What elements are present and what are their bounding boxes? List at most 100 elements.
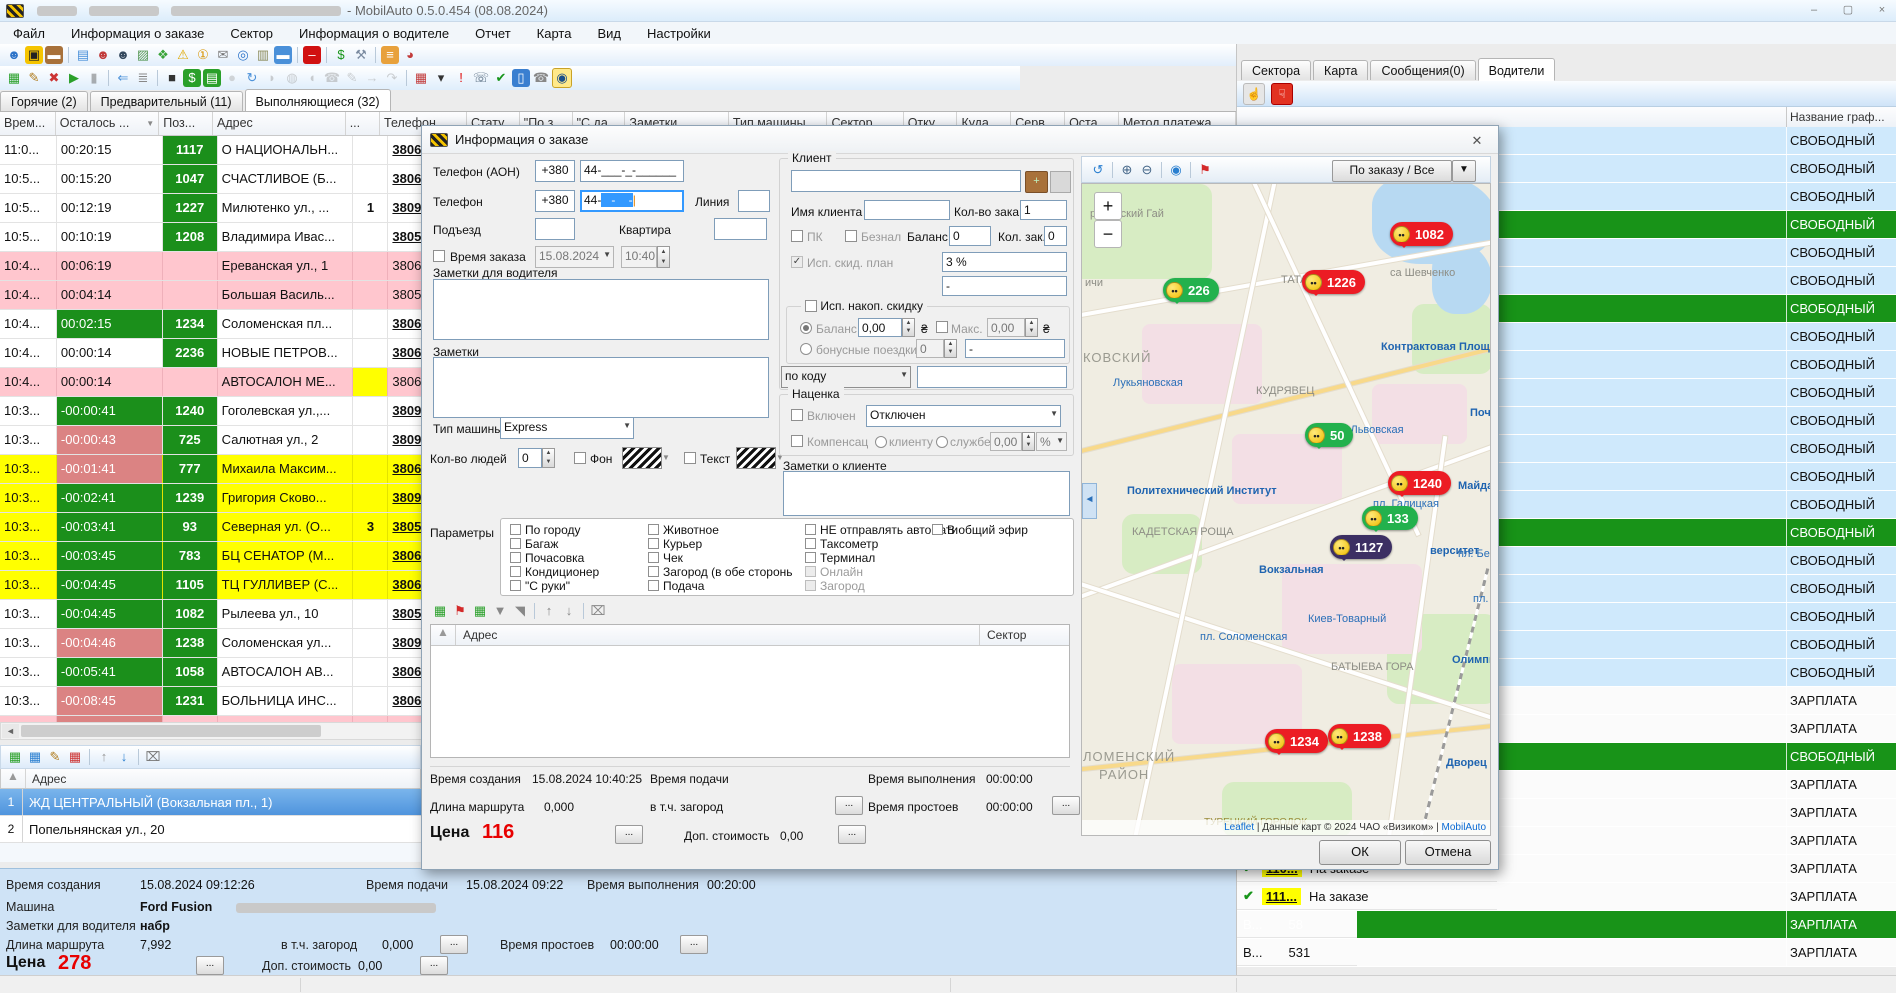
- phone-blue-icon[interactable]: ▯: [512, 69, 530, 87]
- mail-icon[interactable]: ✉: [214, 46, 232, 64]
- eye-toggle-icon[interactable]: ◉: [552, 68, 572, 88]
- map-marker-1238[interactable]: ••1238: [1328, 724, 1391, 748]
- balance-radio[interactable]: [800, 322, 812, 334]
- grid-dropdown-icon[interactable]: ▾: [432, 69, 450, 87]
- map-marker-226[interactable]: ••226: [1163, 278, 1219, 302]
- text-color-swatch[interactable]: [736, 447, 776, 469]
- people-stepper[interactable]: ▲▼: [542, 448, 555, 468]
- address-add2-icon[interactable]: ▦: [26, 748, 44, 766]
- driver-row[interactable]: ЗАРПЛАТАВ...58: [1237, 911, 1896, 939]
- tab-Выполняющиеся (32)[interactable]: Выполняющиеся (32): [245, 89, 391, 112]
- puzzle-icon[interactable]: ❖: [154, 46, 172, 64]
- move-down-icon[interactable]: ↓: [115, 748, 133, 766]
- redo-icon[interactable]: ↷: [383, 69, 401, 87]
- wrench-icon[interactable]: ⚒: [352, 46, 370, 64]
- order-date-select[interactable]: 15.08.2024▼: [535, 246, 614, 268]
- param-checkbox-Онлайн[interactable]: [805, 566, 816, 577]
- database-icon[interactable]: ▥: [254, 46, 272, 64]
- image-icon[interactable]: ▨: [134, 46, 152, 64]
- arrow-right-icon[interactable]: →: [363, 69, 381, 87]
- orders-col-header[interactable]: Осталось ...▼: [56, 112, 159, 135]
- dlg-delete-icon[interactable]: ⌧: [589, 602, 607, 620]
- extra-cost-more-button[interactable]: ...: [420, 956, 448, 975]
- driver-notes-textarea[interactable]: [433, 279, 769, 340]
- param-checkbox-По городу[interactable]: [510, 524, 521, 535]
- briefcase-icon[interactable]: ▬: [45, 46, 63, 64]
- people-input[interactable]: 0: [518, 448, 542, 468]
- param-checkbox-Чек[interactable]: [648, 552, 659, 563]
- menu-item-Отчет[interactable]: Отчет: [462, 23, 524, 44]
- phone-circle-icon[interactable]: ☎: [532, 69, 550, 87]
- dlg-price-more-button[interactable]: ...: [615, 825, 643, 844]
- thumb-up-icon[interactable]: ☝: [1243, 83, 1265, 105]
- card-icon[interactable]: ▬: [274, 46, 292, 64]
- dlg-marker-add-icon[interactable]: ⚑: [451, 602, 469, 620]
- address-remove-icon[interactable]: ▦: [66, 748, 84, 766]
- map-zoom-in-icon[interactable]: ⊕: [1118, 161, 1136, 179]
- dlg-move-up-icon[interactable]: ↑: [540, 602, 558, 620]
- leaflet-link[interactable]: Leaflet: [1224, 822, 1254, 833]
- check-icon[interactable]: ✔: [492, 69, 510, 87]
- phone-input[interactable]: 44- - -|: [580, 190, 684, 212]
- map-zoom-in-button[interactable]: +: [1094, 192, 1122, 220]
- minimize-button[interactable]: –: [1800, 3, 1828, 19]
- param-checkbox-Курьер[interactable]: [648, 538, 659, 549]
- warning-icon[interactable]: ⚠: [174, 46, 192, 64]
- db-run-icon[interactable]: ▶: [65, 69, 83, 87]
- orders-count-input[interactable]: 1: [1020, 200, 1067, 220]
- param-checkbox-НЕ отправлять автомати[interactable]: [805, 524, 816, 535]
- db-stack-icon[interactable]: ≣: [134, 69, 152, 87]
- moon-icon[interactable]: ◗: [263, 69, 281, 87]
- client-name-input[interactable]: [864, 200, 950, 220]
- close-button[interactable]: ×: [1868, 3, 1896, 19]
- bonus-radio[interactable]: [800, 343, 812, 355]
- address-row[interactable]: 1ЖД ЦЕНТРАЛЬНЫЙ (Вокзальная пл., 1): [0, 789, 421, 816]
- menu-item-Вид[interactable]: Вид: [584, 23, 634, 44]
- stop-icon[interactable]: –: [303, 46, 321, 64]
- handset-icon[interactable]: ☎: [323, 69, 341, 87]
- surcharge-select[interactable]: Отключен▼: [866, 405, 1061, 427]
- report-icon[interactable]: ▤: [74, 46, 92, 64]
- tab-Горячие (2)[interactable]: Горячие (2): [0, 91, 88, 111]
- map-marker-1127[interactable]: ••1127: [1330, 535, 1392, 559]
- dlg-address-add2-icon[interactable]: ▦: [471, 602, 489, 620]
- order-time-stepper[interactable]: ▲▼: [657, 246, 670, 268]
- taxi-icon[interactable]: ▣: [25, 46, 43, 64]
- dlg-move-down-icon[interactable]: ↓: [560, 602, 578, 620]
- client-input[interactable]: [791, 170, 1021, 192]
- client-extra-button[interactable]: [1050, 171, 1071, 193]
- map-globe-icon[interactable]: ◉: [1167, 161, 1185, 179]
- param-checkbox-Загород (в обе сторонь[interactable]: [648, 566, 659, 577]
- zagorod-more-button[interactable]: ...: [440, 935, 468, 954]
- target-icon[interactable]: ◎: [234, 46, 252, 64]
- ok-button[interactable]: ОК: [1319, 840, 1401, 865]
- menu-item-Настройки[interactable]: Настройки: [634, 23, 724, 44]
- param-checkbox-Подача[interactable]: [648, 580, 659, 591]
- dialog-close-icon[interactable]: ✕: [1466, 132, 1488, 150]
- right-tab-Сообщения(0)[interactable]: Сообщения(0): [1370, 60, 1475, 80]
- refresh-icon[interactable]: ↻: [243, 69, 261, 87]
- param-checkbox-"С руки"[interactable]: [510, 580, 521, 591]
- menu-item-Информация о заказе[interactable]: Информация о заказе: [58, 23, 217, 44]
- param-checkbox-В общий эфир[interactable]: [932, 524, 943, 535]
- discount-plan-checkbox[interactable]: [791, 256, 803, 268]
- bell-icon[interactable]: ◍: [283, 69, 301, 87]
- db-edit-icon[interactable]: ✎: [25, 69, 43, 87]
- map-marker-1234[interactable]: ••1234: [1265, 729, 1328, 753]
- db-add-icon[interactable]: ▦: [5, 69, 23, 87]
- doc-green-icon[interactable]: ▤: [203, 69, 221, 87]
- map[interactable]: риловский ГайичиТАТАРКса ШевченкоКонтрак…: [1081, 183, 1491, 836]
- param-checkbox-Животное[interactable]: [648, 524, 659, 535]
- map-filter-select[interactable]: По заказу / Все: [1332, 160, 1452, 182]
- accum-discount-checkbox[interactable]: [805, 300, 817, 312]
- dlg-copy-up-icon[interactable]: ◥: [511, 602, 529, 620]
- map-add-marker-icon[interactable]: ⚑: [1196, 161, 1214, 179]
- orders-col-header[interactable]: Адрес: [213, 112, 346, 135]
- compens-input[interactable]: 0,00: [990, 432, 1022, 451]
- driver-code[interactable]: 111...: [1262, 888, 1301, 905]
- client-notes-textarea[interactable]: [783, 471, 1070, 516]
- scroll-thumb[interactable]: [21, 725, 321, 737]
- map-collapse-icon[interactable]: ◄: [1082, 483, 1097, 519]
- by-code-input[interactable]: [917, 366, 1067, 388]
- address-row[interactable]: 2Попельнянская ул., 20: [0, 816, 421, 843]
